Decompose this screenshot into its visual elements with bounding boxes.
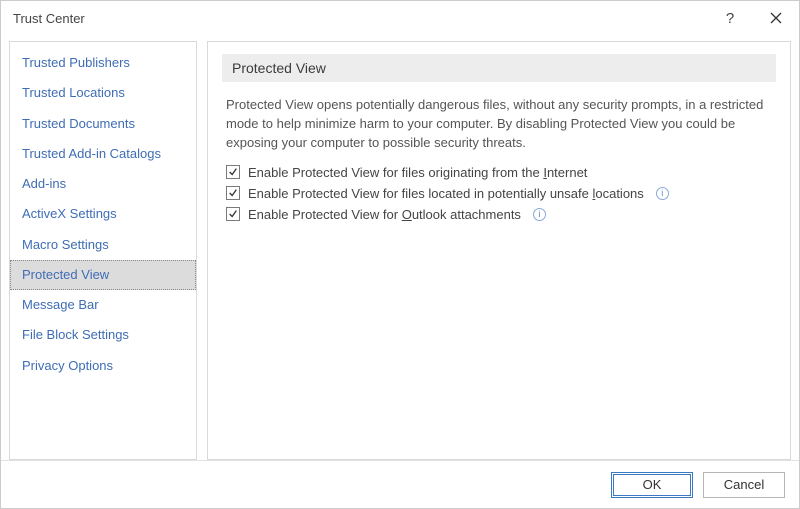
category-sidebar: Trusted PublishersTrusted LocationsTrust… — [9, 41, 197, 460]
close-button[interactable] — [753, 1, 799, 35]
sidebar-item-trusted-documents[interactable]: Trusted Documents — [10, 109, 196, 139]
sidebar-item-file-block-settings[interactable]: File Block Settings — [10, 320, 196, 350]
close-icon — [770, 12, 782, 24]
cancel-button[interactable]: Cancel — [703, 472, 785, 498]
window-title: Trust Center — [13, 11, 707, 26]
section-description: Protected View opens potentially dangero… — [226, 96, 772, 153]
sidebar-item-message-bar[interactable]: Message Bar — [10, 290, 196, 320]
info-icon[interactable]: i — [656, 187, 669, 200]
dialog-body: Trusted PublishersTrusted LocationsTrust… — [1, 35, 799, 460]
sidebar-item-trusted-locations[interactable]: Trusted Locations — [10, 78, 196, 108]
help-button[interactable]: ? — [707, 1, 753, 35]
option-label[interactable]: Enable Protected View for files located … — [248, 186, 644, 201]
trust-center-dialog: Trust Center ? Trusted PublishersTrusted… — [0, 0, 800, 509]
content-panel: Protected View Protected View opens pote… — [207, 41, 791, 460]
option-row: Enable Protected View for Outlook attach… — [226, 207, 772, 222]
option-label[interactable]: Enable Protected View for Outlook attach… — [248, 207, 521, 222]
checkbox[interactable] — [226, 207, 240, 221]
sidebar-item-trusted-add-in-catalogs[interactable]: Trusted Add-in Catalogs — [10, 139, 196, 169]
ok-button[interactable]: OK — [611, 472, 693, 498]
checkbox[interactable] — [226, 165, 240, 179]
info-icon[interactable]: i — [533, 208, 546, 221]
sidebar-item-macro-settings[interactable]: Macro Settings — [10, 230, 196, 260]
option-row: Enable Protected View for files located … — [226, 186, 772, 201]
sidebar-item-add-ins[interactable]: Add-ins — [10, 169, 196, 199]
option-row: Enable Protected View for files originat… — [226, 165, 772, 180]
dialog-footer: OK Cancel — [1, 460, 799, 508]
checkbox[interactable] — [226, 186, 240, 200]
titlebar: Trust Center ? — [1, 1, 799, 35]
sidebar-item-protected-view[interactable]: Protected View — [10, 260, 196, 290]
sidebar-item-trusted-publishers[interactable]: Trusted Publishers — [10, 48, 196, 78]
options-list: Enable Protected View for files originat… — [222, 165, 776, 222]
option-label[interactable]: Enable Protected View for files originat… — [248, 165, 587, 180]
section-heading: Protected View — [222, 54, 776, 82]
sidebar-item-activex-settings[interactable]: ActiveX Settings — [10, 199, 196, 229]
sidebar-item-privacy-options[interactable]: Privacy Options — [10, 351, 196, 381]
